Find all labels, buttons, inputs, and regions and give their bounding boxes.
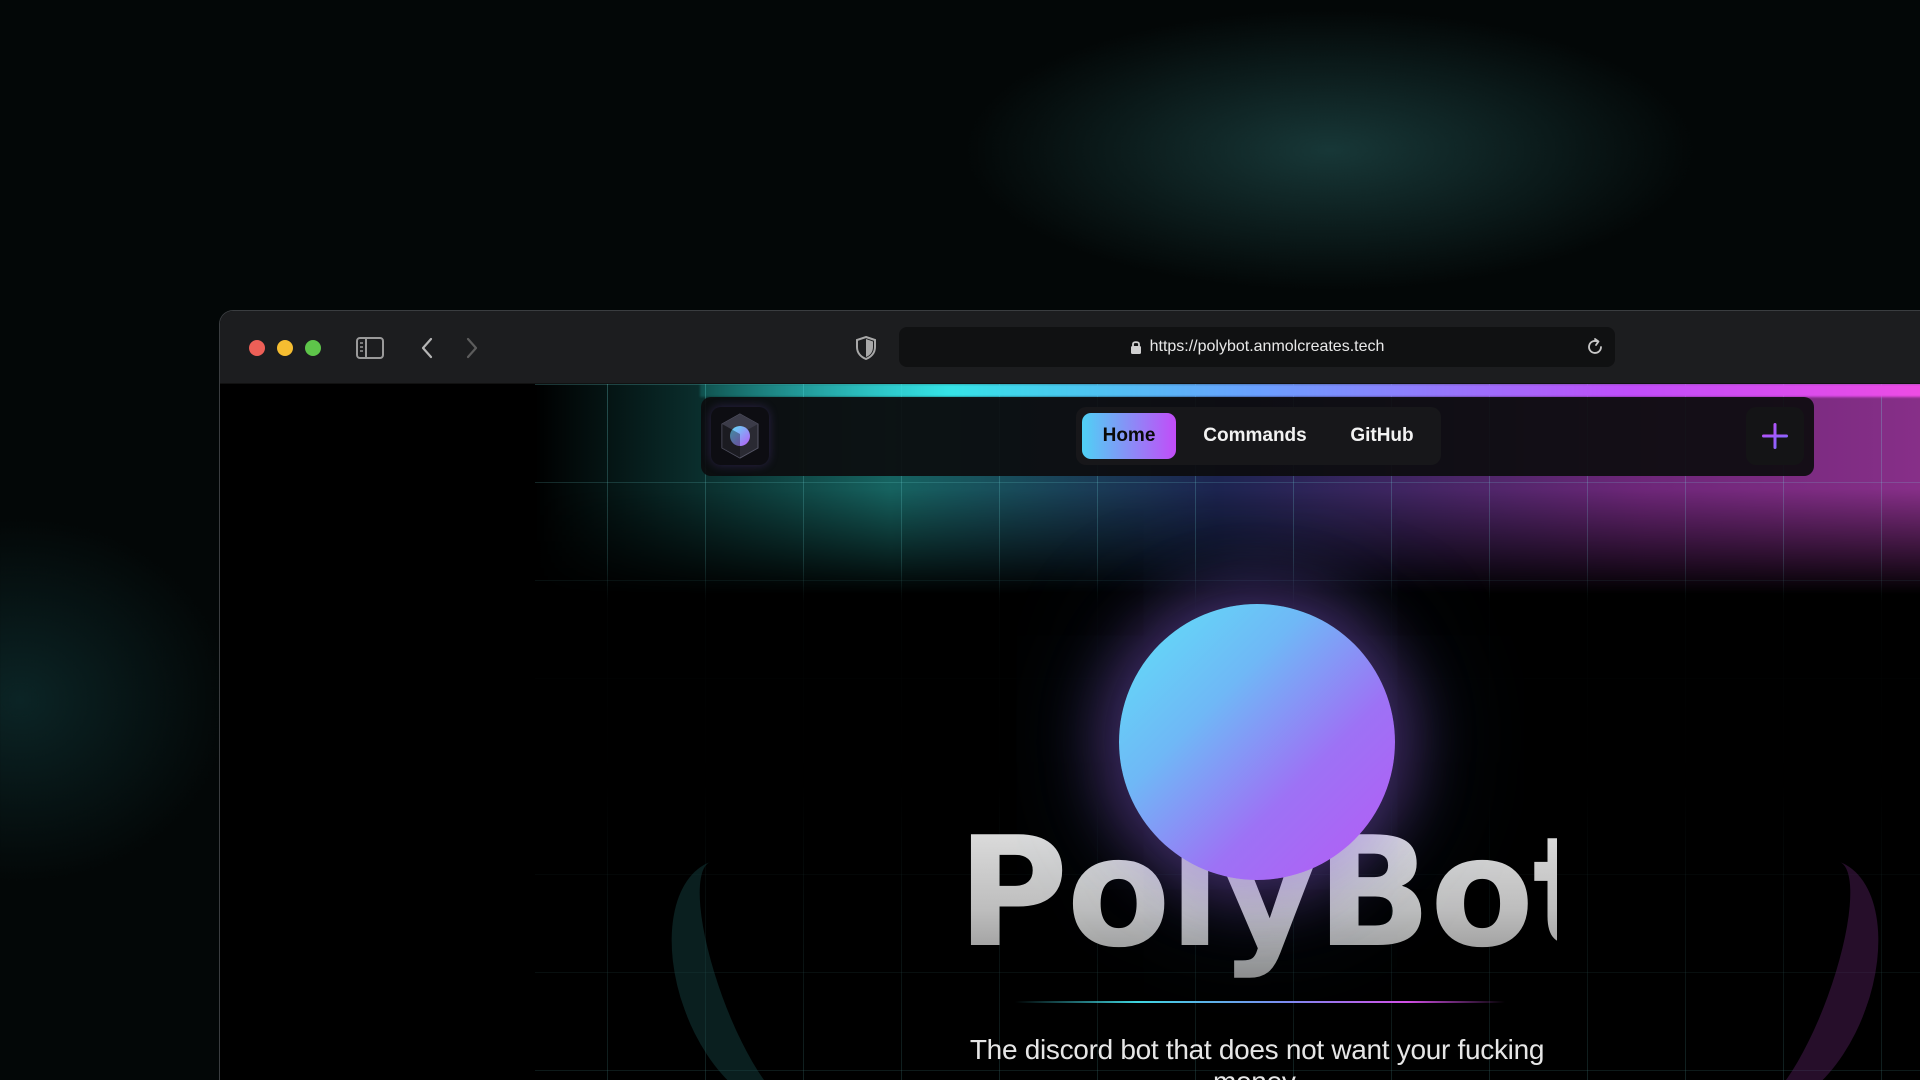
polybot-logo[interactable] [711, 407, 769, 465]
shield-icon[interactable] [852, 331, 880, 365]
sidebar-icon[interactable] [355, 331, 385, 365]
close-window-button[interactable] [249, 340, 265, 356]
url-text: https://polybot.anmolcreates.tech [1149, 338, 1385, 355]
forward-icon[interactable] [460, 331, 484, 365]
maximize-window-button[interactable] [305, 340, 321, 356]
add-bot-button[interactable] [1746, 407, 1804, 465]
hero-tagline: The discord bot that does not want your … [969, 1034, 1545, 1080]
reload-icon[interactable] [1585, 337, 1605, 357]
plus-icon [1762, 423, 1788, 449]
minimize-window-button[interactable] [277, 340, 293, 356]
address-bar[interactable]: https://polybot.anmolcreates.tech [899, 327, 1615, 367]
gradient-top-line [700, 384, 1920, 397]
nav-home[interactable]: Home [1082, 413, 1176, 459]
browser-toolbar: https://polybot.anmolcreates.tech [220, 311, 1920, 384]
nav-commands[interactable]: Commands [1190, 413, 1320, 459]
nav-github[interactable]: GitHub [1332, 413, 1432, 459]
site-navbar: Home Commands GitHub [701, 397, 1814, 476]
page-viewport: Home Commands GitHub PolyBot The discord… [220, 384, 1920, 1080]
browser-window: https://polybot.anmolcreates.tech Home C… [219, 310, 1920, 1080]
back-icon[interactable] [415, 331, 439, 365]
cube-logo-icon [721, 413, 759, 459]
hero-divider [1015, 1001, 1505, 1003]
lock-icon [1130, 341, 1141, 354]
hero-orb [1119, 604, 1395, 880]
nav-links: Home Commands GitHub [1076, 407, 1441, 465]
